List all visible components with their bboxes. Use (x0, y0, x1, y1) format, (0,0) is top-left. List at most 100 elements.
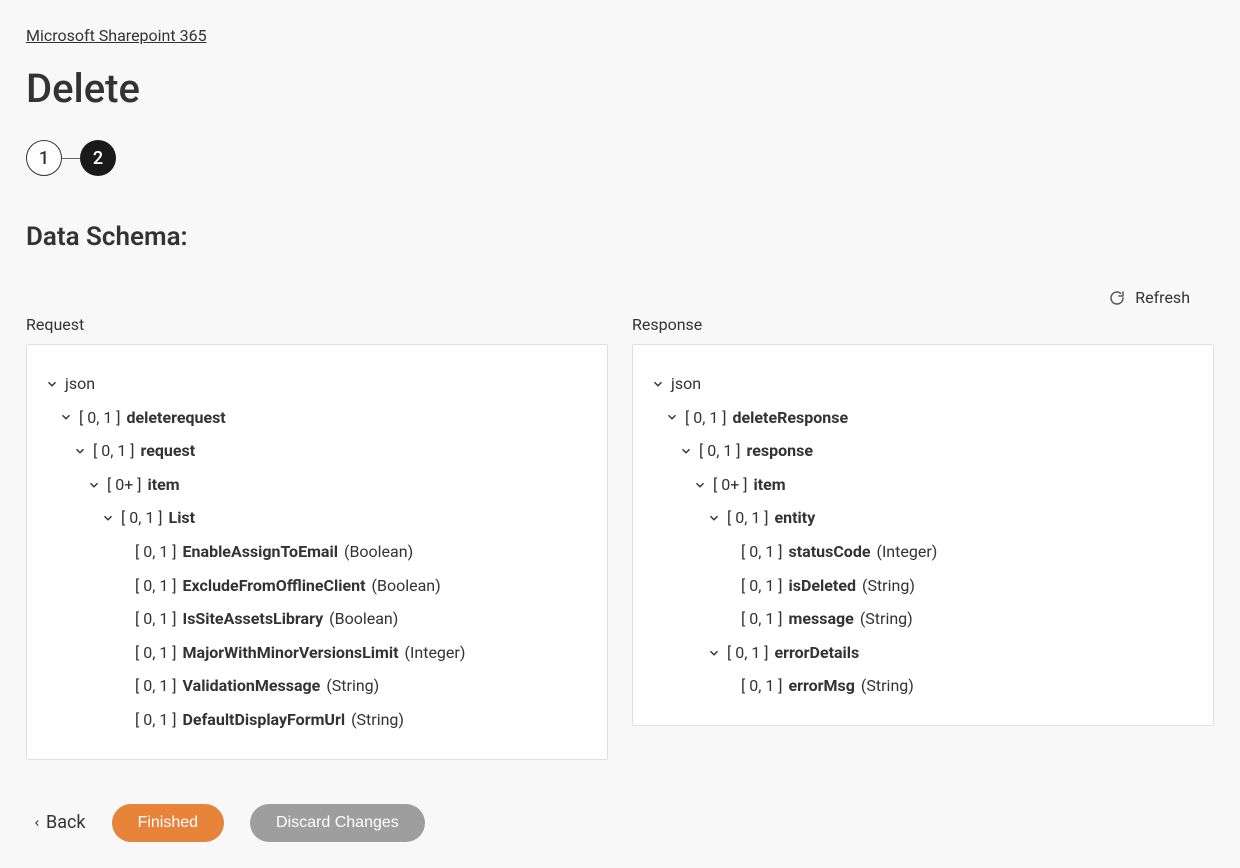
tree-leaf[interactable]: [ 0, 1 ] message (String) (651, 602, 1195, 636)
node-cardinality: [ 0, 1 ] (135, 573, 177, 599)
page-title: Delete (26, 65, 1214, 112)
node-type: (String) (351, 707, 404, 733)
chevron-down-icon (651, 377, 665, 391)
node-cardinality: [ 0, 1 ] (741, 573, 783, 599)
request-label: Request (26, 315, 608, 334)
refresh-button[interactable]: Refresh (1109, 288, 1190, 307)
node-label: json (65, 371, 95, 397)
step-2[interactable]: 2 (80, 140, 116, 176)
node-name: ExcludeFromOfflineClient (183, 573, 366, 599)
tree-node-item[interactable]: [ 0+ ] item (651, 468, 1195, 502)
discard-changes-button[interactable]: Discard Changes (250, 804, 425, 842)
node-name: request (141, 438, 196, 464)
node-cardinality: [ 0, 1 ] (135, 673, 177, 699)
node-name: errorDetails (775, 640, 860, 666)
node-cardinality: [ 0, 1 ] (741, 673, 783, 699)
step-1[interactable]: 1 (26, 140, 62, 176)
node-name: deleterequest (127, 405, 226, 431)
node-name: IsSiteAssetsLibrary (183, 606, 324, 632)
tree-node-json[interactable]: json (45, 367, 589, 401)
node-cardinality: [ 0, 1 ] (135, 707, 177, 733)
tree-leaf[interactable]: [ 0, 1 ] ValidationMessage (String) (45, 669, 589, 703)
node-cardinality: [ 0, 1 ] (727, 505, 769, 531)
node-type: (Boolean) (329, 606, 398, 632)
node-name: item (754, 472, 786, 498)
chevron-down-icon (679, 444, 693, 458)
node-cardinality: [ 0, 1 ] (93, 438, 135, 464)
chevron-down-icon (45, 377, 59, 391)
node-type: (String) (860, 606, 913, 632)
node-name: EnableAssignToEmail (183, 539, 338, 565)
node-cardinality: [ 0, 1 ] (741, 539, 783, 565)
node-cardinality: [ 0+ ] (713, 472, 748, 498)
chevron-down-icon (707, 511, 721, 525)
node-type: (String) (326, 673, 379, 699)
footer: Back Finished Discard Changes (26, 804, 1214, 842)
tree-node-request[interactable]: [ 0, 1 ] request (45, 434, 589, 468)
chevron-left-icon (32, 816, 42, 830)
tree-leaf[interactable]: [ 0, 1 ] IsSiteAssetsLibrary (Boolean) (45, 602, 589, 636)
response-label: Response (632, 315, 1214, 334)
node-name: message (789, 606, 854, 632)
tree-node-item[interactable]: [ 0+ ] item (45, 468, 589, 502)
tree-leaf[interactable]: [ 0, 1 ] DefaultDisplayFormUrl (String) (45, 703, 589, 737)
node-type: (String) (861, 673, 914, 699)
node-name: entity (775, 505, 816, 531)
back-button[interactable]: Back (32, 812, 86, 833)
node-type: (Boolean) (344, 539, 413, 565)
chevron-down-icon (707, 646, 721, 660)
node-name: response (747, 438, 813, 464)
stepper: 1 2 (26, 140, 1214, 176)
tree-leaf[interactable]: [ 0, 1 ] isDeleted (String) (651, 569, 1195, 603)
response-column: Response json [ 0, 1 ] deleteResponse [ … (632, 315, 1214, 760)
back-label: Back (46, 812, 86, 833)
request-panel: json [ 0, 1 ] deleterequest [ 0, 1 ] req… (26, 344, 608, 760)
tree-node-response[interactable]: [ 0, 1 ] response (651, 434, 1195, 468)
node-name: DefaultDisplayFormUrl (183, 707, 346, 733)
chevron-down-icon (101, 511, 115, 525)
node-type: (Integer) (405, 640, 466, 666)
node-cardinality: [ 0, 1 ] (741, 606, 783, 632)
tree-node-json[interactable]: json (651, 367, 1195, 401)
chevron-down-icon (665, 410, 679, 424)
node-name: isDeleted (789, 573, 856, 599)
node-label: json (671, 371, 701, 397)
response-panel: json [ 0, 1 ] deleteResponse [ 0, 1 ] re… (632, 344, 1214, 726)
node-type: (Boolean) (372, 573, 441, 599)
chevron-down-icon (87, 478, 101, 492)
tree-leaf[interactable]: [ 0, 1 ] ExcludeFromOfflineClient (Boole… (45, 569, 589, 603)
tree-node-deleterequest[interactable]: [ 0, 1 ] deleterequest (45, 401, 589, 435)
node-name: List (169, 505, 196, 531)
node-type: (String) (862, 573, 915, 599)
node-name: errorMsg (789, 673, 855, 699)
node-name: MajorWithMinorVersionsLimit (183, 640, 399, 666)
finished-button[interactable]: Finished (112, 804, 224, 842)
section-title: Data Schema: (26, 222, 1214, 252)
node-type: (Integer) (876, 539, 937, 565)
tree-leaf[interactable]: [ 0, 1 ] errorMsg (String) (651, 669, 1195, 703)
node-name: deleteResponse (733, 405, 849, 431)
step-connector (62, 158, 80, 159)
tree-leaf[interactable]: [ 0, 1 ] MajorWithMinorVersionsLimit (In… (45, 636, 589, 670)
tree-node-entity[interactable]: [ 0, 1 ] entity (651, 501, 1195, 535)
node-name: ValidationMessage (183, 673, 321, 699)
tree-node-deleteresponse[interactable]: [ 0, 1 ] deleteResponse (651, 401, 1195, 435)
tree-leaf[interactable]: [ 0, 1 ] statusCode (Integer) (651, 535, 1195, 569)
node-name: item (148, 472, 180, 498)
chevron-down-icon (73, 444, 87, 458)
request-column: Request json [ 0, 1 ] deleterequest [ 0,… (26, 315, 608, 760)
node-cardinality: [ 0, 1 ] (135, 539, 177, 565)
breadcrumb-link[interactable]: Microsoft Sharepoint 365 (26, 26, 207, 45)
node-cardinality: [ 0, 1 ] (135, 640, 177, 666)
node-cardinality: [ 0, 1 ] (79, 405, 121, 431)
node-name: statusCode (789, 539, 871, 565)
tree-leaf[interactable]: [ 0, 1 ] EnableAssignToEmail (Boolean) (45, 535, 589, 569)
node-cardinality: [ 0, 1 ] (699, 438, 741, 464)
node-cardinality: [ 0, 1 ] (121, 505, 163, 531)
node-cardinality: [ 0, 1 ] (135, 606, 177, 632)
tree-node-errordetails[interactable]: [ 0, 1 ] errorDetails (651, 636, 1195, 670)
node-cardinality: [ 0, 1 ] (727, 640, 769, 666)
node-cardinality: [ 0, 1 ] (685, 405, 727, 431)
tree-node-list[interactable]: [ 0, 1 ] List (45, 501, 589, 535)
chevron-down-icon (693, 478, 707, 492)
